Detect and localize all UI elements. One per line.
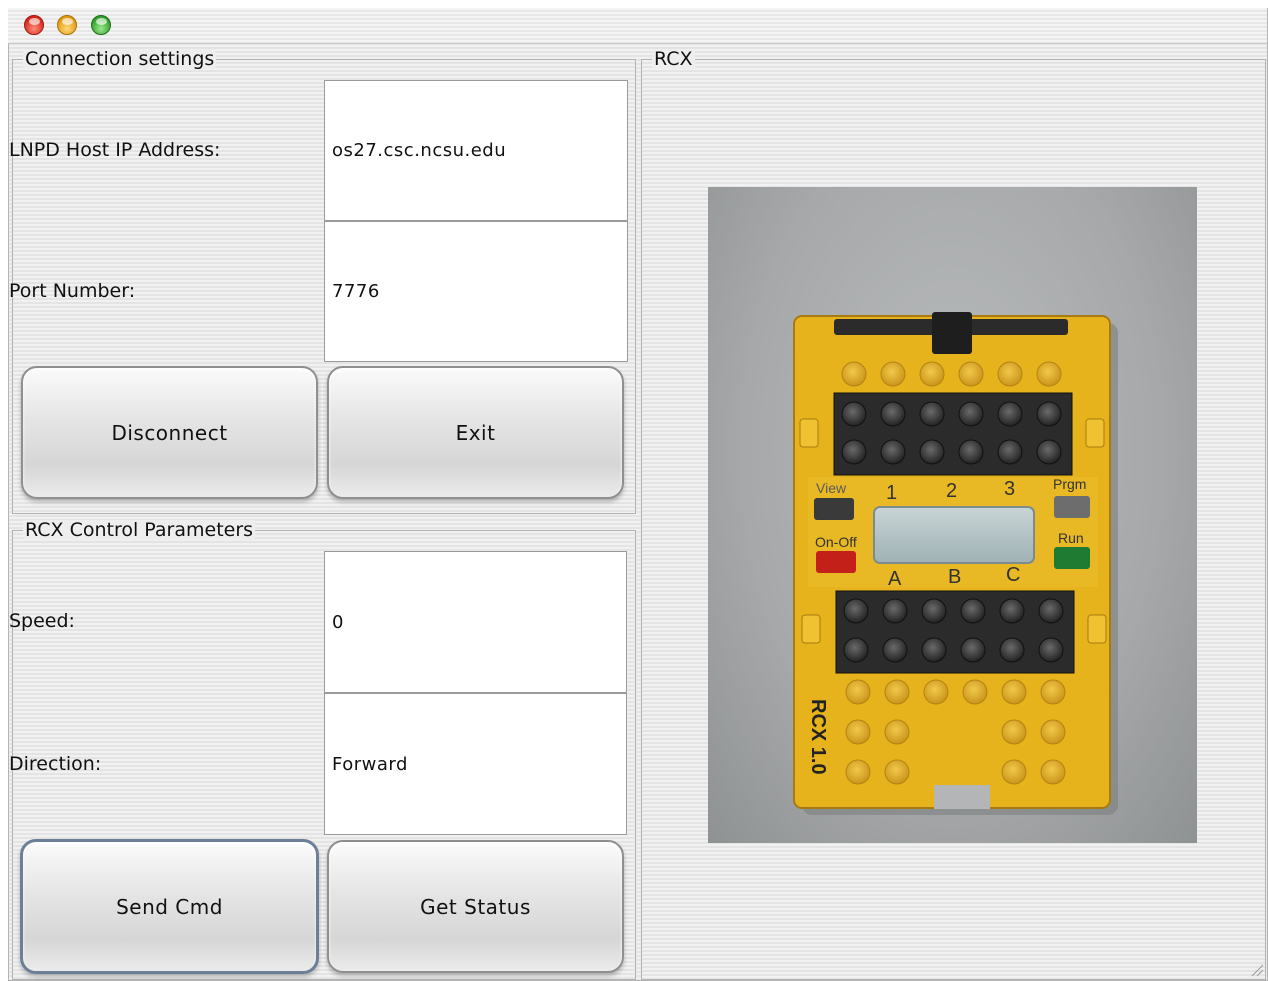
- title-bar: [8, 8, 1267, 44]
- direction-field[interactable]: Forward: [324, 693, 627, 835]
- direction-value: Forward: [332, 753, 408, 775]
- speed-value: 0: [332, 611, 344, 633]
- port-2-label: 2: [946, 480, 957, 502]
- send-cmd-button[interactable]: Send Cmd: [20, 839, 319, 974]
- port-number-field[interactable]: 7776: [324, 221, 628, 362]
- onoff-button-label: On-Off: [815, 534, 857, 550]
- run-button-label: Run: [1058, 530, 1084, 546]
- connection-settings-title: Connection settings: [23, 48, 217, 70]
- brick-model-text: RCX 1.0: [807, 699, 829, 775]
- disconnect-button[interactable]: Disconnect: [21, 366, 318, 499]
- speed-label: Speed:: [9, 610, 75, 632]
- port-number-value: 7776: [332, 281, 380, 302]
- port-1-label: 1: [886, 482, 897, 504]
- zoom-button[interactable]: [91, 15, 111, 35]
- port-3-label: 3: [1004, 478, 1015, 500]
- exit-button-label: Exit: [455, 420, 496, 445]
- exit-button[interactable]: Exit: [327, 366, 624, 499]
- rcx-brick-illustration: View Prgm On-Off Run 1 2 3 A B C RCX 1.0: [793, 312, 1118, 815]
- resize-grip-icon[interactable]: [1248, 961, 1264, 977]
- send-cmd-button-label: Send Cmd: [116, 894, 223, 919]
- host-ip-value: os27.csc.ncsu.edu: [332, 140, 507, 161]
- host-ip-label: LNPD Host IP Address:: [9, 139, 221, 161]
- prgm-button-label: Prgm: [1053, 476, 1086, 492]
- close-button[interactable]: [24, 15, 44, 35]
- get-status-button-label: Get Status: [420, 894, 531, 919]
- host-ip-field[interactable]: os27.csc.ncsu.edu: [324, 80, 628, 221]
- disconnect-button-label: Disconnect: [111, 420, 228, 445]
- port-b-label: B: [948, 566, 961, 588]
- port-c-label: C: [1006, 564, 1020, 586]
- port-number-label: Port Number:: [9, 280, 136, 302]
- speed-field[interactable]: 0: [324, 551, 627, 693]
- port-a-label: A: [888, 568, 902, 590]
- get-status-button[interactable]: Get Status: [327, 840, 624, 973]
- control-parameters-title: RCX Control Parameters: [23, 519, 256, 541]
- view-button-label: View: [816, 480, 847, 496]
- direction-label: Direction:: [9, 753, 102, 775]
- minimize-button[interactable]: [57, 15, 77, 35]
- rcx-title: RCX: [652, 48, 695, 70]
- rcx-photo: View Prgm On-Off Run 1 2 3 A B C RCX 1.0: [708, 187, 1197, 843]
